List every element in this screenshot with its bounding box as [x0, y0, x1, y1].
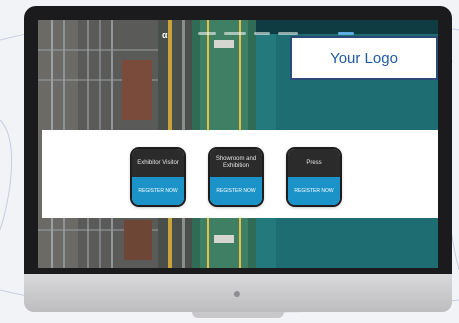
screen: α Your Logo Exhibitor Visitor REGISTER N…	[38, 20, 438, 268]
logo-text: Your Logo	[330, 49, 398, 67]
card-header: Showroom and Exhibition	[210, 149, 262, 177]
nav-link[interactable]	[278, 32, 298, 35]
card-press[interactable]: Press REGISTER NOW	[288, 149, 340, 205]
card-exhibitor-visitor[interactable]: Exhibitor Visitor REGISTER NOW	[132, 149, 184, 205]
card-title: Exhibitor Visitor	[137, 159, 179, 166]
monitor: α Your Logo Exhibitor Visitor REGISTER N…	[24, 6, 452, 318]
card-title: Press	[306, 159, 322, 166]
register-button-label: REGISTER NOW	[138, 188, 178, 194]
nav-link[interactable]	[224, 32, 246, 35]
nav-link[interactable]	[198, 32, 216, 35]
monitor-chin: ●	[24, 274, 452, 312]
apple-icon: ●	[232, 285, 242, 301]
monitor-stand	[192, 312, 284, 318]
monitor-bezel: α Your Logo Exhibitor Visitor REGISTER N…	[24, 6, 452, 274]
card-title: Showroom and Exhibition	[215, 156, 257, 169]
nav-brand-mark[interactable]: α	[162, 30, 176, 40]
card-header: Press	[288, 149, 340, 177]
register-button[interactable]: REGISTER NOW	[132, 177, 184, 205]
register-button-label: REGISTER NOW	[294, 188, 334, 194]
register-button[interactable]: REGISTER NOW	[288, 177, 340, 205]
register-button[interactable]: REGISTER NOW	[210, 177, 262, 205]
nav-link[interactable]	[338, 32, 354, 35]
page: α Your Logo Exhibitor Visitor REGISTER N…	[0, 0, 459, 323]
register-button-label: REGISTER NOW	[216, 188, 256, 194]
nav-link[interactable]	[254, 32, 270, 35]
logo-box[interactable]: Your Logo	[290, 36, 438, 80]
card-showroom-exhibition[interactable]: Showroom and Exhibition REGISTER NOW	[210, 149, 262, 205]
card-header: Exhibitor Visitor	[132, 149, 184, 177]
registration-band: Exhibitor Visitor REGISTER NOW Showroom …	[42, 130, 438, 218]
